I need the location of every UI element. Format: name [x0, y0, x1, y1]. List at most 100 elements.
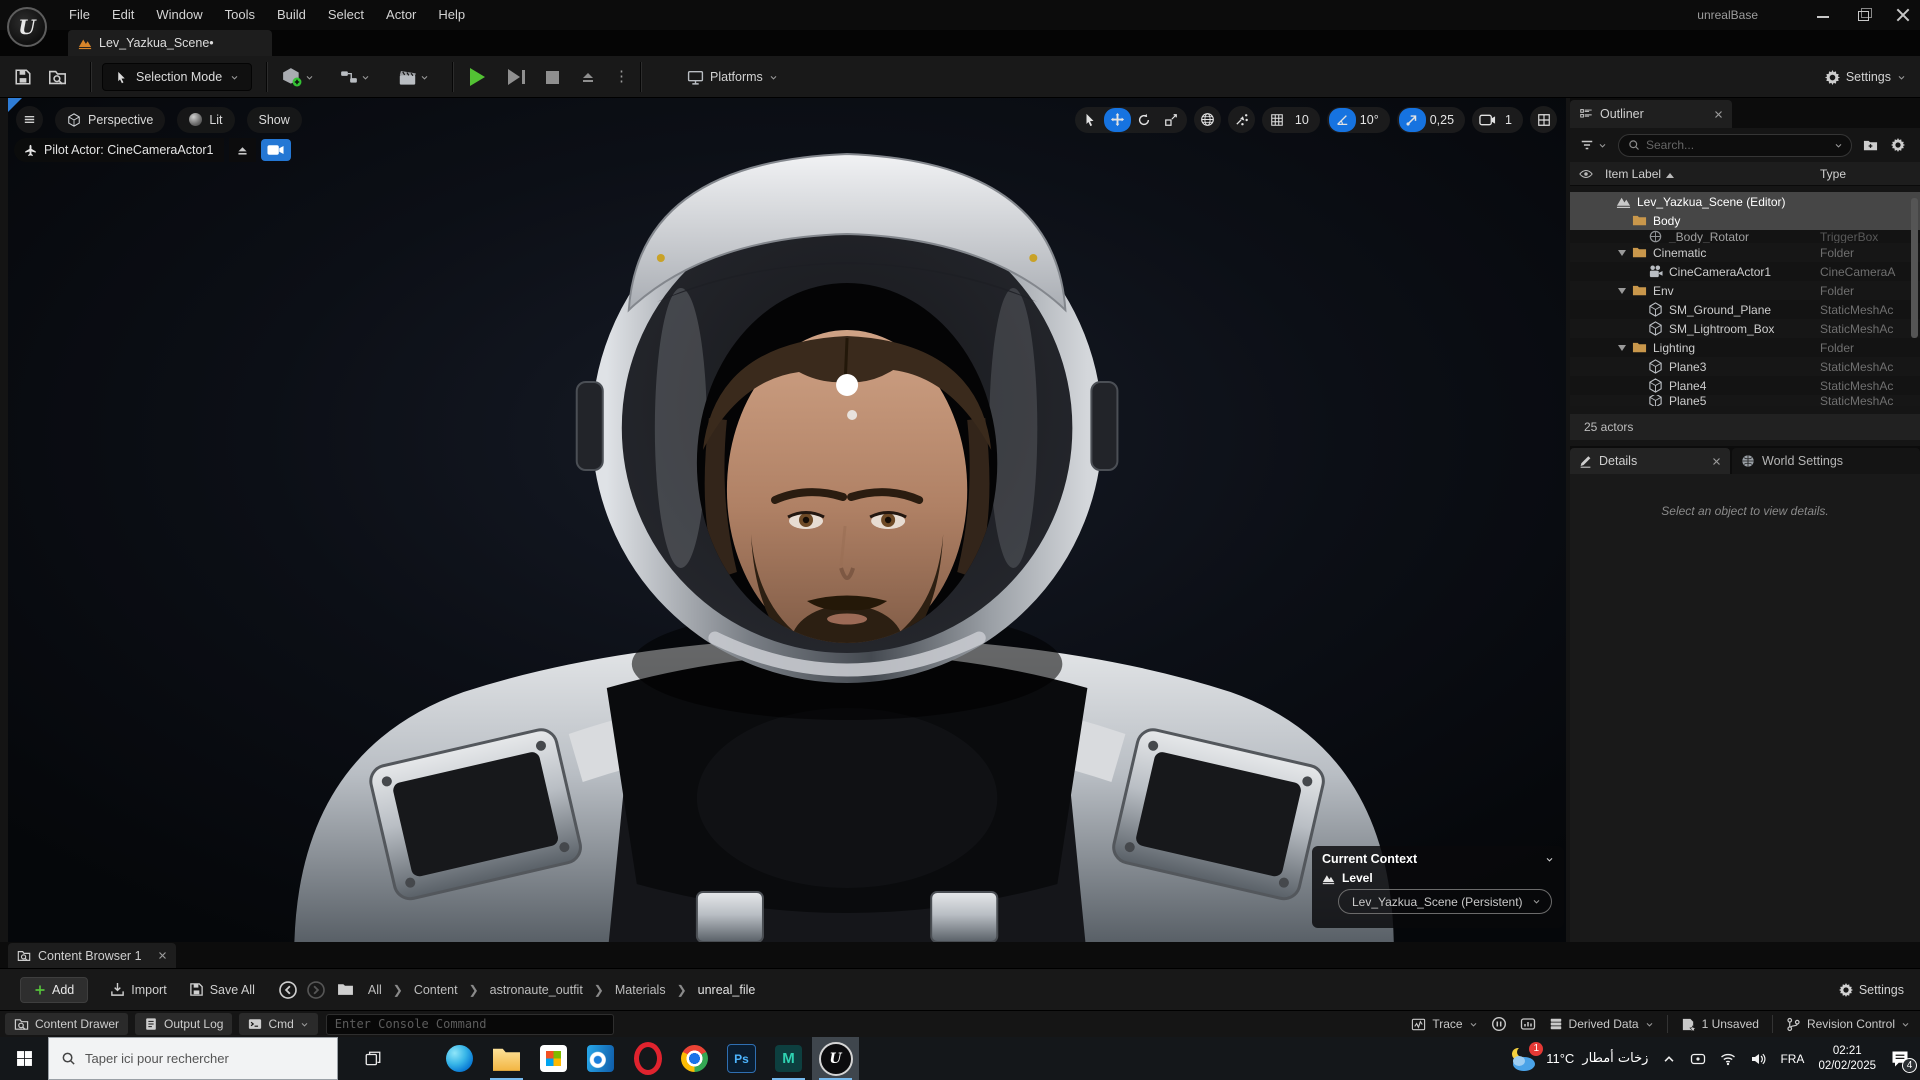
tab-outliner[interactable]: Outliner [1570, 100, 1732, 128]
level-context-dropdown[interactable]: Lev_Yazkua_Scene (Persistent) [1338, 889, 1552, 914]
close-button[interactable] [1896, 8, 1910, 22]
unreal-logo-icon[interactable]: U [7, 7, 47, 47]
view-mode-dropdown[interactable]: Lit [177, 106, 235, 133]
outliner-row[interactable]: SM_Lightroom_Box StaticMeshAc [1570, 319, 1920, 338]
unsaved-button[interactable]: 1 Unsaved [1681, 1017, 1759, 1032]
close-icon[interactable] [1714, 110, 1723, 119]
camera-speed-control[interactable]: 1 [1472, 106, 1523, 133]
eject-button[interactable] [580, 56, 596, 98]
tab-content-browser[interactable]: Content Browser 1 [8, 943, 176, 968]
taskbar-app-icon[interactable] [577, 1037, 624, 1080]
rotation-snap-control[interactable]: 10° [1326, 106, 1390, 133]
console-command-input[interactable] [334, 1017, 605, 1031]
navigate-back-button[interactable] [277, 979, 299, 1001]
content-browser-button[interactable] [48, 56, 67, 98]
menu-item[interactable]: File [58, 0, 101, 30]
tab-world-settings[interactable]: World Settings [1732, 448, 1920, 474]
import-button[interactable]: Import [110, 982, 167, 997]
taskbar-weather-widget[interactable]: 1 11°C زخات أمطار [1508, 1041, 1648, 1073]
frame-skip-button[interactable] [508, 56, 525, 98]
breadcrumb-label[interactable]: unreal_file [694, 983, 760, 997]
blueprints-dropdown[interactable] [340, 56, 370, 98]
console-command-box[interactable] [325, 1013, 614, 1035]
add-actor-dropdown[interactable] [282, 56, 314, 98]
screen-cast-icon[interactable] [1690, 1051, 1706, 1067]
outliner-search-box[interactable] [1618, 133, 1852, 157]
menu-item[interactable]: Edit [101, 0, 145, 30]
taskbar-app-icon[interactable] [483, 1037, 530, 1080]
revision-control-dropdown[interactable]: Revision Control [1786, 1017, 1910, 1032]
breadcrumb-item[interactable]: Content ❯ [410, 983, 486, 997]
breadcrumb-item[interactable]: Materials ❯ [611, 983, 694, 997]
show-hidden-icons-chevron[interactable] [1662, 1052, 1676, 1066]
level-tab[interactable]: Lev_Yazkua_Scene• [68, 30, 272, 56]
taskbar-app-icon[interactable] [530, 1037, 577, 1080]
expand-arrow-icon[interactable] [1618, 250, 1632, 256]
save-button[interactable] [14, 56, 32, 98]
taskbar-search-input[interactable] [85, 1051, 325, 1066]
scale-snap-control[interactable]: 0,25 [1396, 106, 1466, 133]
content-drawer-button[interactable]: Content Drawer [5, 1013, 129, 1035]
stats-meter-icon[interactable] [1520, 1016, 1536, 1032]
pause-insights-icon[interactable] [1491, 1016, 1507, 1032]
output-log-button[interactable]: Output Log [135, 1013, 233, 1035]
outliner-row[interactable]: Lev_Yazkua_Scene (Editor) [1570, 192, 1920, 211]
outliner-row[interactable]: CineCameraActor1 CineCameraA [1570, 262, 1920, 281]
expand-arrow-icon[interactable] [1618, 288, 1632, 294]
breadcrumb-item[interactable]: unreal_file ❯ [694, 983, 760, 997]
close-icon[interactable] [158, 951, 167, 960]
taskbar-app-icon[interactable] [671, 1037, 718, 1080]
outliner-row[interactable]: Env Folder [1570, 281, 1920, 300]
outliner-row[interactable]: Plane5 StaticMeshAc [1570, 395, 1920, 406]
maximize-viewport-button[interactable] [1530, 106, 1557, 133]
expand-arrow-icon[interactable] [1618, 345, 1632, 351]
minimize-button[interactable] [1816, 8, 1830, 22]
visibility-eye-icon[interactable] [1579, 167, 1593, 181]
move-tool-button[interactable] [1103, 107, 1131, 132]
breadcrumb-item[interactable]: All ❯ [364, 983, 410, 997]
cinematics-dropdown[interactable] [398, 56, 429, 98]
outliner-row[interactable]: SM_Ground_Plane StaticMeshAc [1570, 300, 1920, 319]
surface-snapping-button[interactable] [1227, 106, 1255, 133]
scrollbar-thumb[interactable] [1911, 198, 1918, 338]
derived-data-dropdown[interactable]: Derived Data [1549, 1017, 1654, 1031]
camera-view-toggle[interactable] [260, 139, 291, 161]
outliner-row[interactable]: Cinematic Folder [1570, 243, 1920, 262]
taskbar-app-icon[interactable]: U [812, 1037, 859, 1080]
cmd-dropdown[interactable]: Cmd [239, 1013, 318, 1035]
selection-mode-dropdown[interactable]: Selection Mode [102, 56, 253, 98]
taskbar-clock[interactable]: 02:21 02/02/2025 [1818, 1044, 1876, 1074]
outliner-filter-button[interactable] [1580, 138, 1607, 152]
play-options-kebab[interactable]: ⋮ [614, 56, 629, 98]
breadcrumb-item[interactable]: astronaute_outfit ❯ [486, 983, 611, 997]
navigate-forward-button[interactable] [305, 979, 327, 1001]
stop-piloting-button[interactable] [228, 138, 256, 162]
rotate-tool-button[interactable] [1131, 108, 1158, 132]
breadcrumb-label[interactable]: Content [410, 983, 462, 997]
tab-details[interactable]: Details [1570, 448, 1730, 474]
wifi-icon[interactable] [1720, 1051, 1736, 1067]
start-button[interactable] [0, 1037, 48, 1080]
outliner-row[interactable]: Body [1570, 211, 1920, 230]
grid-snap-control[interactable]: 10 [1261, 106, 1320, 133]
collapse-chevron-icon[interactable] [1545, 855, 1554, 864]
menu-item[interactable]: Select [317, 0, 375, 30]
breadcrumb-label[interactable]: All [364, 983, 386, 997]
menu-item[interactable]: Build [266, 0, 317, 30]
play-button[interactable] [470, 56, 485, 98]
taskbar-search-box[interactable] [48, 1037, 338, 1080]
menu-item[interactable]: Help [427, 0, 476, 30]
outliner-row[interactable]: _Body_Rotator TriggerBox [1570, 230, 1920, 243]
restore-button[interactable] [1856, 8, 1872, 22]
menu-item[interactable]: Window [145, 0, 213, 30]
keyboard-language[interactable]: FRA [1780, 1052, 1804, 1066]
content-browser-settings-button[interactable]: Settings [1839, 982, 1904, 997]
taskbar-app-icon[interactable] [624, 1037, 671, 1080]
show-dropdown[interactable]: Show [246, 106, 302, 133]
add-button[interactable]: Add [20, 976, 89, 1003]
editor-settings-dropdown[interactable]: Settings [1825, 56, 1906, 98]
menu-item[interactable]: Tools [214, 0, 266, 30]
folder-icon[interactable] [337, 981, 354, 998]
breadcrumb-label[interactable]: Materials [611, 983, 670, 997]
task-view-button[interactable] [350, 1037, 396, 1080]
